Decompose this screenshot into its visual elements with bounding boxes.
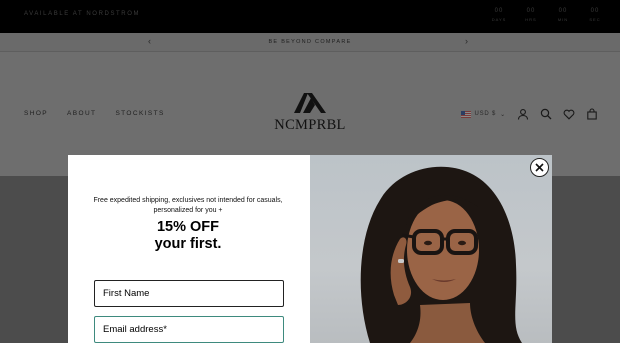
close-icon — [534, 162, 544, 172]
promo-text[interactable]: AVAILABLE AT NORDSTROM — [24, 11, 140, 17]
header-actions: USD $ ⌄ — [460, 108, 599, 120]
site-logo[interactable]: NCMPRBL — [263, 92, 357, 134]
announcement-message: BE BEYOND COMPARE — [268, 39, 352, 45]
top-bar: AVAILABLE AT NORDSTROM 00 DAYS 00 HRS 00… — [0, 0, 620, 33]
logo-mark-icon — [294, 93, 326, 113]
account-icon[interactable] — [517, 108, 529, 120]
countdown-timer: 00 DAYS 00 HRS 00 MIN 00 SEC — [490, 8, 604, 22]
countdown-days: 00 DAYS — [490, 8, 508, 22]
countdown-label: SEC — [589, 17, 601, 22]
countdown-value: 00 — [494, 8, 504, 14]
popup-model-image — [310, 155, 552, 343]
chevron-down-icon: ⌄ — [500, 111, 506, 118]
countdown-value: 00 — [526, 8, 536, 14]
currency-label: USD $ — [474, 111, 497, 117]
countdown-label: MIN — [557, 17, 569, 22]
logo-wordmark: NCMPRBL — [274, 117, 346, 133]
nav-item-about[interactable]: ABOUT — [67, 110, 96, 117]
search-icon[interactable] — [540, 108, 552, 120]
nav-item-stockists[interactable]: STOCKISTS — [115, 110, 164, 117]
countdown-seconds: 00 SEC — [586, 8, 604, 22]
countdown-hours: 00 HRS — [522, 8, 540, 22]
countdown-label: HRS — [525, 17, 537, 22]
signup-popup: Free expedited shipping, exclusives not … — [68, 155, 552, 343]
popup-headline: 15% OFF your first. — [90, 219, 286, 253]
chevron-right-icon[interactable]: › — [465, 36, 468, 46]
announcement-bar: ‹ BE BEYOND COMPARE › — [0, 33, 620, 52]
nav-item-shop[interactable]: SHOP — [24, 110, 48, 117]
countdown-value: 00 — [590, 8, 600, 14]
headline-subtext: your first. — [154, 236, 222, 252]
countdown-label: DAYS — [491, 17, 507, 22]
heart-icon[interactable] — [563, 108, 575, 120]
countdown-value: 00 — [558, 8, 568, 14]
model-with-glasses-image — [360, 166, 522, 343]
bag-icon[interactable] — [586, 108, 598, 120]
close-popup-button[interactable] — [530, 158, 549, 177]
popup-form-panel: Free expedited shipping, exclusives not … — [68, 155, 310, 343]
first-name-field[interactable] — [94, 280, 284, 307]
main-nav: SHOP ABOUT STOCKISTS — [24, 110, 165, 117]
countdown-minutes: 00 MIN — [554, 8, 572, 22]
headline-discount: 15% OFF — [156, 219, 220, 235]
us-flag-icon — [460, 110, 471, 118]
popup-lead-text: Free expedited shipping, exclusives not … — [93, 197, 283, 214]
currency-selector[interactable]: USD $ ⌄ — [460, 110, 507, 118]
email-field[interactable] — [94, 316, 284, 343]
